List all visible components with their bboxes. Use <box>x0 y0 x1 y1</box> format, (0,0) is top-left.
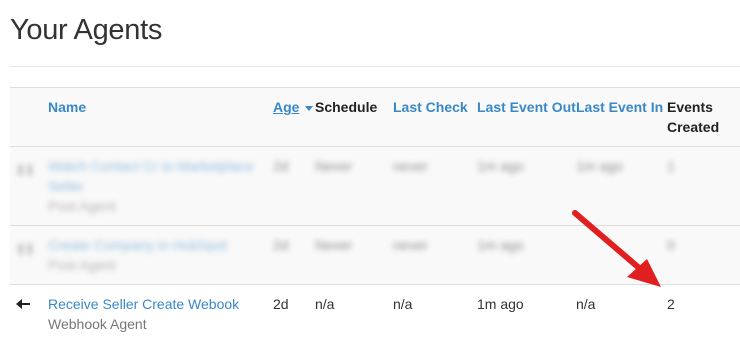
row-last-event-out: 1m ago <box>477 296 524 312</box>
row-status-cell: ❚❚ <box>10 147 48 226</box>
row-last-event-in <box>576 226 667 285</box>
row-last-event-out: 1m ago <box>477 237 524 253</box>
agent-type: Post Agent <box>48 198 116 214</box>
row-last-check: never <box>393 237 429 253</box>
header-age[interactable]: Age <box>273 87 315 147</box>
header-last-event-in[interactable]: Last Event In <box>576 87 667 147</box>
sort-caret-down-icon[interactable] <box>305 105 314 111</box>
row-status-cell <box>10 285 48 343</box>
row-schedule: Never <box>315 237 353 253</box>
header-age-label[interactable]: Age <box>273 99 299 115</box>
header-last-event-out[interactable]: Last Event Out <box>477 87 576 147</box>
row-last-event-in: n/a <box>576 296 596 312</box>
pause-icon: ❚❚ <box>16 243 35 255</box>
row-name-cell: Create Company in HubSpot Post Agent <box>48 226 273 285</box>
table-row[interactable]: ❚❚ Watch Contact Cr to Marketplace Selle… <box>10 146 740 226</box>
title-divider <box>10 66 740 67</box>
row-events-created[interactable]: 0 <box>667 226 740 285</box>
header-last-check[interactable]: Last Check <box>393 87 477 147</box>
row-name-cell: Receive Seller Create Webook Webhook Age… <box>48 285 273 343</box>
row-last-check: never <box>393 158 429 174</box>
agent-name-link[interactable]: Create Company in HubSpot <box>48 237 227 253</box>
agent-type: Webhook Agent <box>48 316 147 332</box>
table-header-row: Name Age Schedule Last Check Last Event … <box>10 87 740 147</box>
table-row[interactable]: ❚❚ Create Company in HubSpot Post Agent … <box>10 225 740 285</box>
row-events-created[interactable]: 2 <box>667 285 740 343</box>
header-events-created: Events Created <box>667 87 740 147</box>
left-arrow-icon <box>16 298 32 310</box>
row-last-event-out: 1m ago <box>477 158 524 174</box>
row-status-cell: ❚❚ <box>10 226 48 285</box>
table-row[interactable]: Receive Seller Create Webook Webhook Age… <box>10 285 740 343</box>
header-schedule: Schedule <box>315 87 393 147</box>
row-age: 2d <box>273 296 289 312</box>
header-icon <box>10 87 48 147</box>
agent-type: Post Agent <box>48 257 116 273</box>
row-schedule: n/a <box>315 296 335 312</box>
row-events-created[interactable]: 1 <box>667 147 740 226</box>
pause-icon: ❚❚ <box>16 164 35 176</box>
row-age: 2d <box>273 158 289 174</box>
agent-name-link[interactable]: Watch Contact Cr to Marketplace Seller <box>48 158 254 194</box>
agent-name-link[interactable]: Receive Seller Create Webook <box>48 296 239 312</box>
row-age: 2d <box>273 237 289 253</box>
page-title: Your Agents <box>10 14 163 46</box>
row-last-check: n/a <box>393 296 413 312</box>
row-last-event-in: 1m ago <box>576 158 623 174</box>
row-schedule: Never <box>315 158 353 174</box>
row-name-cell: Watch Contact Cr to Marketplace Seller P… <box>48 147 273 226</box>
agents-table: Name Age Schedule Last Check Last Event … <box>10 87 740 343</box>
header-name[interactable]: Name <box>48 87 273 147</box>
